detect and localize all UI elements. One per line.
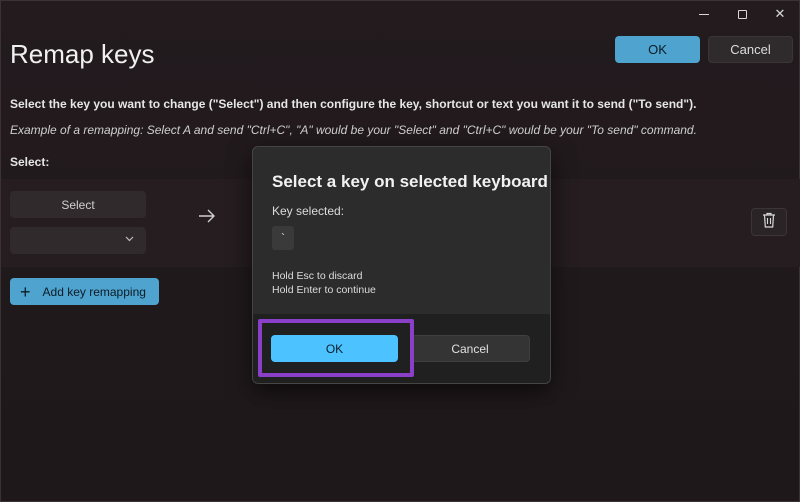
minimize-button[interactable] xyxy=(685,1,723,27)
chevron-down-icon xyxy=(125,233,134,245)
maximize-icon xyxy=(737,9,747,19)
close-button[interactable]: ✕ xyxy=(761,1,799,27)
discard-hint: Hold Esc to discard xyxy=(272,270,363,282)
key-selected-label: Key selected: xyxy=(272,204,345,218)
titlebar-controls: ✕ xyxy=(685,1,799,29)
remap-keys-window: ✕ Remap keys OK Cancel Select the key yo… xyxy=(0,0,800,502)
dialog-cancel-button[interactable]: Cancel xyxy=(410,335,530,362)
select-column-header: Select: xyxy=(10,155,50,169)
cancel-button[interactable]: Cancel xyxy=(708,36,793,63)
selected-key-chip: ` xyxy=(272,226,294,250)
minimize-icon xyxy=(699,13,709,15)
add-key-remapping-label: Add key remapping xyxy=(42,284,146,299)
ok-button[interactable]: OK xyxy=(615,36,700,63)
continue-hint: Hold Enter to continue xyxy=(272,284,376,296)
close-icon: ✕ xyxy=(774,6,786,21)
page-title: Remap keys xyxy=(10,39,155,69)
maximize-button[interactable] xyxy=(723,1,761,27)
arrow-right-icon xyxy=(197,207,217,230)
instruction-text: Select the key you want to change ("Sele… xyxy=(10,97,697,111)
key-dropdown[interactable] xyxy=(10,227,146,254)
ok-highlight-box xyxy=(258,319,414,377)
add-key-remapping-button[interactable]: + Add key remapping xyxy=(10,278,159,305)
delete-remapping-button[interactable] xyxy=(751,208,787,236)
dialog-title: Select a key on selected keyboard xyxy=(272,172,548,191)
example-text: Example of a remapping: Select A and sen… xyxy=(10,123,697,137)
plus-icon: + xyxy=(20,281,31,302)
select-key-button[interactable]: Select xyxy=(10,191,146,218)
trash-icon xyxy=(762,212,776,233)
